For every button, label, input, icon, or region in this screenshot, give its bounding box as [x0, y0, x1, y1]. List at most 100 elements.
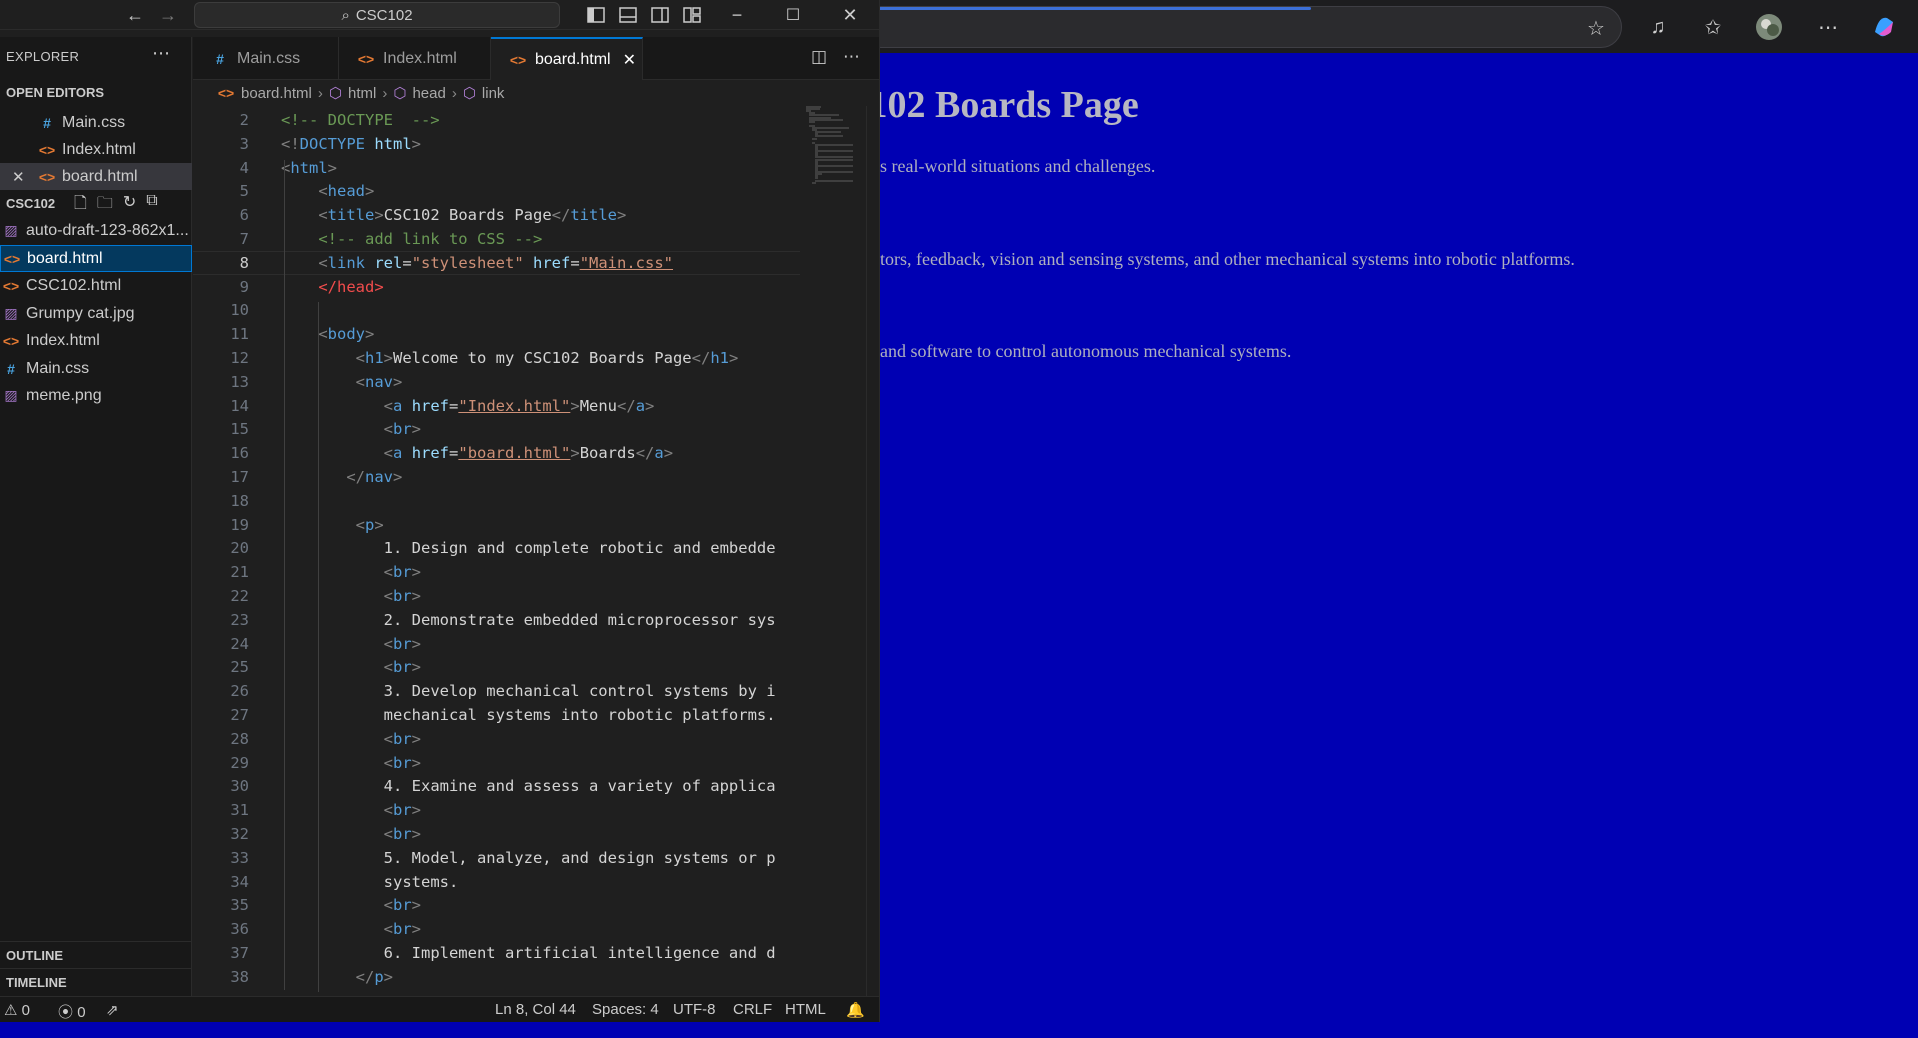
code-text: <br> — [383, 634, 422, 653]
html-file-icon: <> — [357, 50, 375, 67]
open-editor-item[interactable]: <> Index.html — [0, 136, 192, 163]
code-text: <nav> — [355, 372, 403, 391]
close-window-icon[interactable]: ✕ — [836, 0, 864, 30]
code-text: <br> — [383, 825, 422, 843]
line-number: 34 — [230, 872, 249, 891]
file-item[interactable]: <> CSC102.html — [0, 272, 192, 299]
code-text: <html> — [281, 158, 338, 177]
line-number: 3 — [239, 134, 249, 153]
cursor-position[interactable]: Ln 8, Col 44 — [495, 1001, 576, 1018]
ports-indicator[interactable]: ⦿ 0 — [58, 1001, 86, 1022]
code-line[interactable]: 2 <!-- DOCTYPE --> — [193, 108, 800, 132]
code-text: <h1>Welcome to my CSC102 Boards Page</h1… — [355, 349, 739, 367]
live-share-icon[interactable]: ⇗ — [106, 1001, 119, 1019]
code-text: 3. Develop mechanical control systems by… — [383, 682, 776, 701]
element-icon: ⬡ — [393, 85, 407, 102]
language-mode[interactable]: HTML — [785, 1001, 826, 1018]
element-icon: ⬡ — [328, 85, 342, 102]
folder-actions: 🗋 🗀 ↻ ⧉ — [74, 192, 158, 219]
chevron-right-icon: › — [317, 84, 323, 102]
code-editor[interactable]: 2 <!-- DOCTYPE --> 3 <!DOCTYPE html> 4 <html>… — [193, 106, 800, 996]
toggle-sidebar-icon[interactable] — [582, 0, 610, 30]
open-editor-item[interactable]: # Main.css — [0, 109, 192, 136]
file-item[interactable]: ▨ meme.png — [0, 382, 192, 409]
address-bar[interactable]: ☆ — [860, 6, 1622, 48]
line-number: 24 — [230, 634, 249, 653]
open-editor-item[interactable]: ✕ <> board.html — [0, 163, 192, 190]
file-item[interactable]: ▨ auto-draft-123-862x1... — [0, 217, 192, 244]
file-label: auto-draft-123-862x1... — [26, 221, 189, 239]
code-text: </p> — [355, 967, 394, 986]
customize-layout-icon[interactable] — [678, 0, 706, 30]
page-paragraph: s real-world situations and challenges. — [880, 156, 1156, 176]
project-folder-header[interactable]: CSC102 — [6, 196, 55, 211]
problems-indicator[interactable]: ⚠ 0 — [4, 1001, 30, 1019]
editor-more-icon[interactable]: ⋯ — [843, 47, 860, 67]
breadcrumb-item[interactable]: board.html — [241, 85, 312, 102]
notifications-bell-icon[interactable]: 🔔 — [846, 1001, 865, 1019]
toggle-panel-icon[interactable] — [614, 0, 642, 30]
breadcrumb-item[interactable]: head — [412, 85, 445, 102]
code-text: <link rel="stylesheet" href="Main.css" — [318, 253, 674, 272]
tab-index-html[interactable]: <> Index.html — [339, 37, 491, 80]
collapse-all-icon[interactable]: ⧉ — [146, 192, 157, 219]
code-line[interactable]: 3 <!DOCTYPE html> — [193, 132, 800, 156]
minimap[interactable] — [806, 106, 864, 186]
line-number: 13 — [230, 372, 249, 391]
read-aloud-icon[interactable]: ♫ — [1643, 12, 1673, 42]
indentation[interactable]: Spaces: 4 — [592, 1001, 659, 1018]
profile-avatar[interactable] — [1754, 12, 1784, 42]
line-number: 27 — [230, 706, 249, 724]
forward-arrow-icon[interactable]: → — [154, 0, 182, 30]
command-center[interactable]: ⌕ CSC102 — [194, 2, 560, 28]
split-editor-icon[interactable]: ◫ — [811, 47, 827, 67]
outline-section[interactable]: OUTLINE — [0, 941, 192, 968]
html-file-icon: <> — [38, 141, 56, 158]
minimap-line — [812, 181, 816, 184]
open-editor-label: board.html — [62, 167, 138, 185]
file-label: Grumpy cat.jpg — [26, 304, 135, 322]
open-editors-header[interactable]: OPEN EDITORS — [6, 85, 104, 100]
timeline-section[interactable]: TIMELINE — [0, 968, 192, 995]
explorer-title: EXPLORER — [6, 49, 80, 64]
file-label: Main.css — [26, 359, 90, 377]
page-paragraph: and software to control autonomous mecha… — [880, 341, 1292, 361]
warning-count: 0 — [21, 1002, 30, 1019]
star-icon[interactable]: ☆ — [1581, 13, 1611, 43]
encoding[interactable]: UTF-8 — [673, 1001, 716, 1018]
file-label: CSC102.html — [26, 276, 122, 294]
breadcrumb-item[interactable]: link — [482, 85, 505, 102]
toggle-secondary-sidebar-icon[interactable] — [646, 0, 674, 30]
vscode-window: ← → ⌕ CSC102 − ☐ ✕ EXPLORER ⋯ OPEN EDITO… — [0, 0, 880, 1022]
line-ending[interactable]: CRLF — [733, 1001, 772, 1018]
code-text: mechanical systems into robotic platform… — [383, 706, 776, 724]
editor-scrollbar[interactable] — [866, 106, 879, 996]
new-file-icon[interactable]: 🗋 — [74, 192, 87, 219]
file-item[interactable]: # Main.css — [0, 355, 192, 382]
code-text: <br> — [383, 753, 422, 772]
tab-main-css[interactable]: # Main.css — [193, 37, 339, 80]
file-item[interactable]: ▨ Grumpy cat.jpg — [0, 300, 192, 327]
line-number: 30 — [230, 777, 249, 796]
more-icon[interactable]: ⋯ — [1813, 12, 1843, 42]
line-number: 29 — [230, 753, 249, 772]
breadcrumb-item[interactable]: html — [348, 85, 376, 102]
html-file-icon: <> — [217, 85, 235, 101]
file-label: board.html — [27, 249, 103, 267]
favorites-icon[interactable]: ✩ — [1698, 12, 1728, 42]
tab-board-html[interactable]: <> board.html ✕ — [491, 37, 643, 80]
minimize-icon[interactable]: − — [723, 0, 751, 30]
code-text: <!-- add link to CSS --> — [318, 230, 543, 248]
new-folder-icon[interactable]: 🗀 — [97, 192, 113, 219]
more-actions-icon[interactable]: ⋯ — [152, 43, 170, 64]
file-item[interactable]: <> Index.html — [0, 327, 192, 354]
file-item[interactable]: <> board.html — [0, 245, 192, 272]
back-arrow-icon[interactable]: ← — [121, 0, 149, 30]
maximize-icon[interactable]: ☐ — [779, 0, 807, 30]
copilot-icon[interactable] — [1869, 12, 1899, 42]
code-text: <br> — [383, 658, 422, 677]
close-tab-icon[interactable]: ✕ — [623, 50, 636, 70]
line-number: 15 — [230, 420, 249, 439]
close-editor-icon[interactable]: ✕ — [12, 168, 38, 186]
refresh-icon[interactable]: ↻ — [123, 192, 136, 219]
